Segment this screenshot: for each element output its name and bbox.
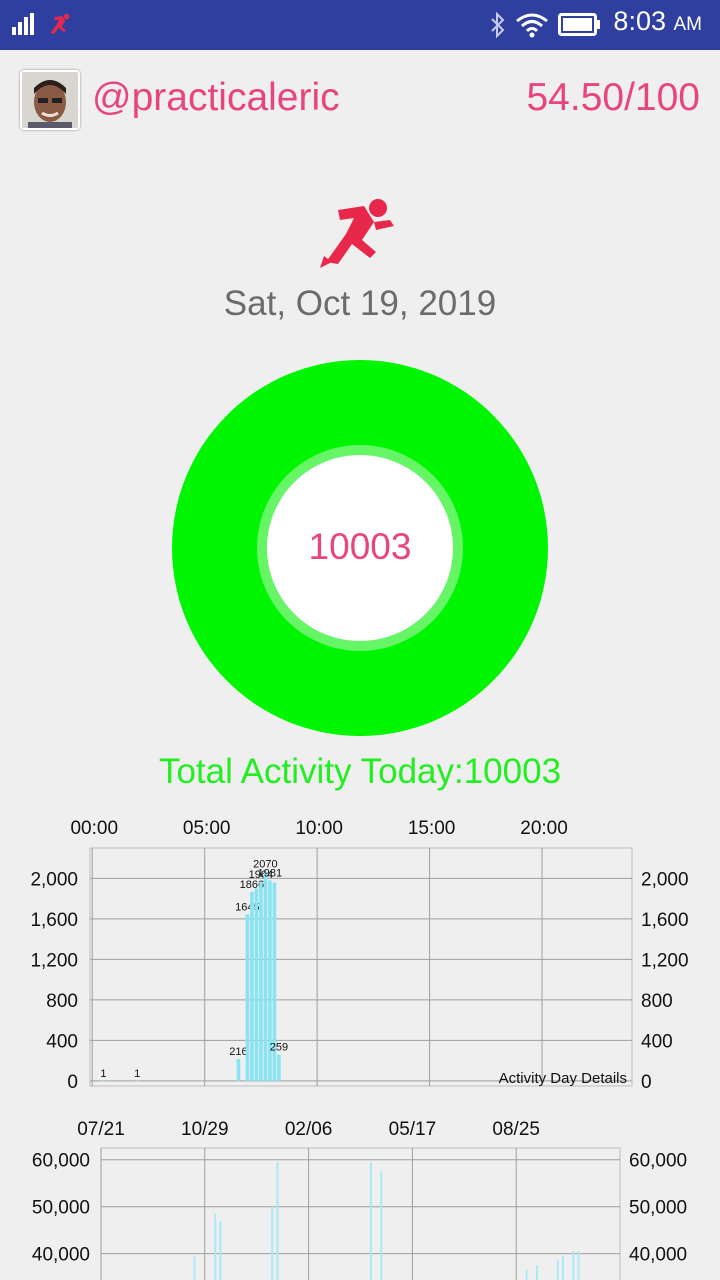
y-tick-label-right: 0 xyxy=(641,1072,652,1092)
bar-value-label: 1 xyxy=(134,1068,140,1080)
day-activity-chart-svg: 2,000 2,000 1,600 1,600 1,200 1,200 800 800 400 4… xyxy=(30,818,689,1093)
bar xyxy=(271,1206,274,1280)
bar xyxy=(254,888,259,1081)
bar xyxy=(259,882,263,1081)
y-tick-label-left: 1,600 xyxy=(30,910,78,931)
bar xyxy=(214,1213,217,1280)
x-tick-label: 10/29 xyxy=(181,1119,229,1140)
x-tick-label: 10:00 xyxy=(295,818,343,839)
y-tick-label-right: 40,000 xyxy=(629,1245,687,1266)
bar xyxy=(535,1265,538,1280)
x-tick-label: 15:00 xyxy=(408,818,456,839)
y-tick-label-left: 1,200 xyxy=(30,950,78,971)
total-activity-label: Total Activity Today:10003 xyxy=(158,752,562,791)
y-tick-label-left: 2,000 xyxy=(30,869,78,890)
x-tick-label: 07/21 xyxy=(77,1119,125,1140)
bar xyxy=(556,1260,559,1280)
bar xyxy=(369,1162,372,1280)
status-bar: 8:03 AM xyxy=(0,0,720,50)
wifi-icon xyxy=(516,13,548,38)
bar-value-label: 1981 xyxy=(258,867,282,879)
y-tick-label-left: 0 xyxy=(67,1072,78,1092)
bluetooth-icon xyxy=(491,12,505,38)
x-tick-label: 00:00 xyxy=(70,818,118,839)
bar xyxy=(277,1054,281,1081)
y-tick-label-left: 800 xyxy=(46,991,78,1012)
history-activity-chart-svg: 60,00060,00050,00050,00040,00040,00030,0… xyxy=(32,1119,687,1280)
y-tick-label-right: 800 xyxy=(641,991,673,1012)
y-tick-label-right: 50,000 xyxy=(629,1198,687,1219)
runner-icon xyxy=(320,199,394,268)
bar-value-label: 259 xyxy=(270,1042,288,1054)
bar xyxy=(236,1059,241,1081)
plot-frame xyxy=(89,847,633,1087)
x-tick-label: 05:00 xyxy=(183,818,231,839)
bar xyxy=(572,1251,575,1280)
x-tick-label: 20:00 xyxy=(520,818,568,839)
bar xyxy=(219,1220,222,1280)
bar xyxy=(135,1080,140,1082)
chart-title: Activity Day Details xyxy=(499,1070,627,1087)
y-tick-label-right: 2,000 xyxy=(641,869,689,890)
bar xyxy=(245,914,250,1081)
bar xyxy=(193,1256,196,1280)
x-tick-label: 08/25 xyxy=(492,1119,540,1140)
profile-header: @practicaleric 54.50/100 xyxy=(0,62,720,136)
x-tick-label: 02/06 xyxy=(285,1119,333,1140)
x-tick-label: 05/17 xyxy=(389,1119,437,1140)
activity-date: Sat, Oct 19, 2019 xyxy=(223,284,497,323)
avatar[interactable] xyxy=(20,70,80,130)
clock: 8:03 AM xyxy=(613,6,702,36)
plot-frame xyxy=(100,1147,621,1280)
bar-value-label: 216 xyxy=(229,1046,247,1058)
y-tick-label-right: 1,200 xyxy=(641,950,689,971)
ring-value: 10003 xyxy=(308,526,412,567)
signal-icon xyxy=(12,13,34,35)
activity-ring: 10003 xyxy=(172,360,548,736)
y-tick-label-left: 60,000 xyxy=(32,1151,90,1172)
bar xyxy=(250,891,254,1081)
day-activity-chart[interactable]: 2,000 2,000 1,600 1,600 1,200 1,200 800 800 400 4… xyxy=(0,812,720,1093)
bar xyxy=(577,1251,580,1280)
battery-icon xyxy=(558,13,600,36)
bar xyxy=(525,1270,528,1280)
bar xyxy=(263,871,268,1081)
y-tick-label-left: 50,000 xyxy=(32,1198,90,1219)
y-tick-label-left: 400 xyxy=(46,1031,78,1052)
bar xyxy=(101,1080,106,1082)
bar-value-label: 1 xyxy=(100,1068,106,1080)
y-tick-label-left: 40,000 xyxy=(32,1245,90,1266)
username: @practicaleric xyxy=(92,76,340,119)
bar xyxy=(276,1162,279,1280)
y-tick-label-right: 60,000 xyxy=(629,1151,687,1172)
y-tick-label-right: 400 xyxy=(641,1031,673,1052)
app-runner-icon xyxy=(50,13,70,34)
y-tick-label-right: 1,600 xyxy=(641,910,689,931)
bar xyxy=(380,1171,383,1280)
history-activity-chart[interactable]: 60,00060,00050,00050,00040,00040,00030,0… xyxy=(0,1110,720,1280)
bar xyxy=(561,1256,564,1280)
score: 54.50/100 xyxy=(526,76,700,119)
